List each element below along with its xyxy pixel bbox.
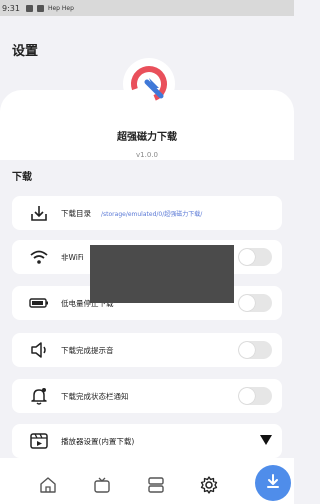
chevron-down-icon[interactable] xyxy=(260,435,272,445)
setting-label: 下载完成提示音 xyxy=(61,345,114,355)
app-name: 超强磁力下载 xyxy=(117,132,177,143)
wifi-icon xyxy=(29,247,49,267)
status-notification-toggle[interactable] xyxy=(238,387,272,405)
home-icon[interactable] xyxy=(37,474,59,496)
app-version: v1.0.0 xyxy=(136,151,158,159)
setting-player[interactable]: 播放器设置(内置下载) xyxy=(12,424,282,458)
toggle-knob xyxy=(239,295,255,311)
non-wifi-toggle[interactable] xyxy=(238,248,272,266)
notification-icon xyxy=(36,4,44,12)
setting-status-notification: 下载完成状态栏通知 xyxy=(12,379,282,413)
download-fab-icon xyxy=(265,473,281,493)
toggle-knob xyxy=(239,249,255,265)
speaker-icon xyxy=(29,340,49,360)
status-time: 9:31 xyxy=(2,3,20,13)
download-fab-button[interactable] xyxy=(255,465,291,501)
completion-sound-toggle[interactable] xyxy=(238,341,272,359)
status-app-text: Hep Hep xyxy=(47,4,74,12)
setting-download-directory[interactable]: 下载目录 /storage/emulated/0/超强磁力下载/ xyxy=(12,196,282,230)
app-logo xyxy=(123,58,175,110)
setting-label: 下载完成状态栏通知 xyxy=(61,391,129,401)
low-battery-toggle[interactable] xyxy=(238,294,272,312)
toggle-knob xyxy=(239,388,255,404)
gear-icon[interactable] xyxy=(198,474,220,496)
tv-icon[interactable] xyxy=(91,474,113,496)
bell-icon xyxy=(29,386,49,406)
battery-icon xyxy=(29,293,49,313)
download-tray-icon xyxy=(29,203,49,223)
toggle-knob xyxy=(239,342,255,358)
setting-label: 下载目录 xyxy=(61,208,91,218)
section-title-download: 下载 xyxy=(12,172,32,183)
setting-label: 非WiFi xyxy=(61,252,84,262)
setting-completion-sound: 下载完成提示音 xyxy=(12,333,282,367)
page-title: 设置 xyxy=(12,44,39,59)
bottom-navigation xyxy=(0,458,294,504)
setting-label: 播放器设置(内置下载) xyxy=(61,436,135,446)
player-icon xyxy=(29,431,49,451)
download-path-value[interactable]: /storage/emulated/0/超强磁力下载/ xyxy=(101,209,202,218)
layers-icon[interactable] xyxy=(145,474,167,496)
notification-icon xyxy=(25,4,33,12)
redaction-overlay xyxy=(90,245,234,303)
status-bar: 9:31 Hep Hep xyxy=(0,0,294,16)
magnet-logo-icon xyxy=(131,66,167,103)
